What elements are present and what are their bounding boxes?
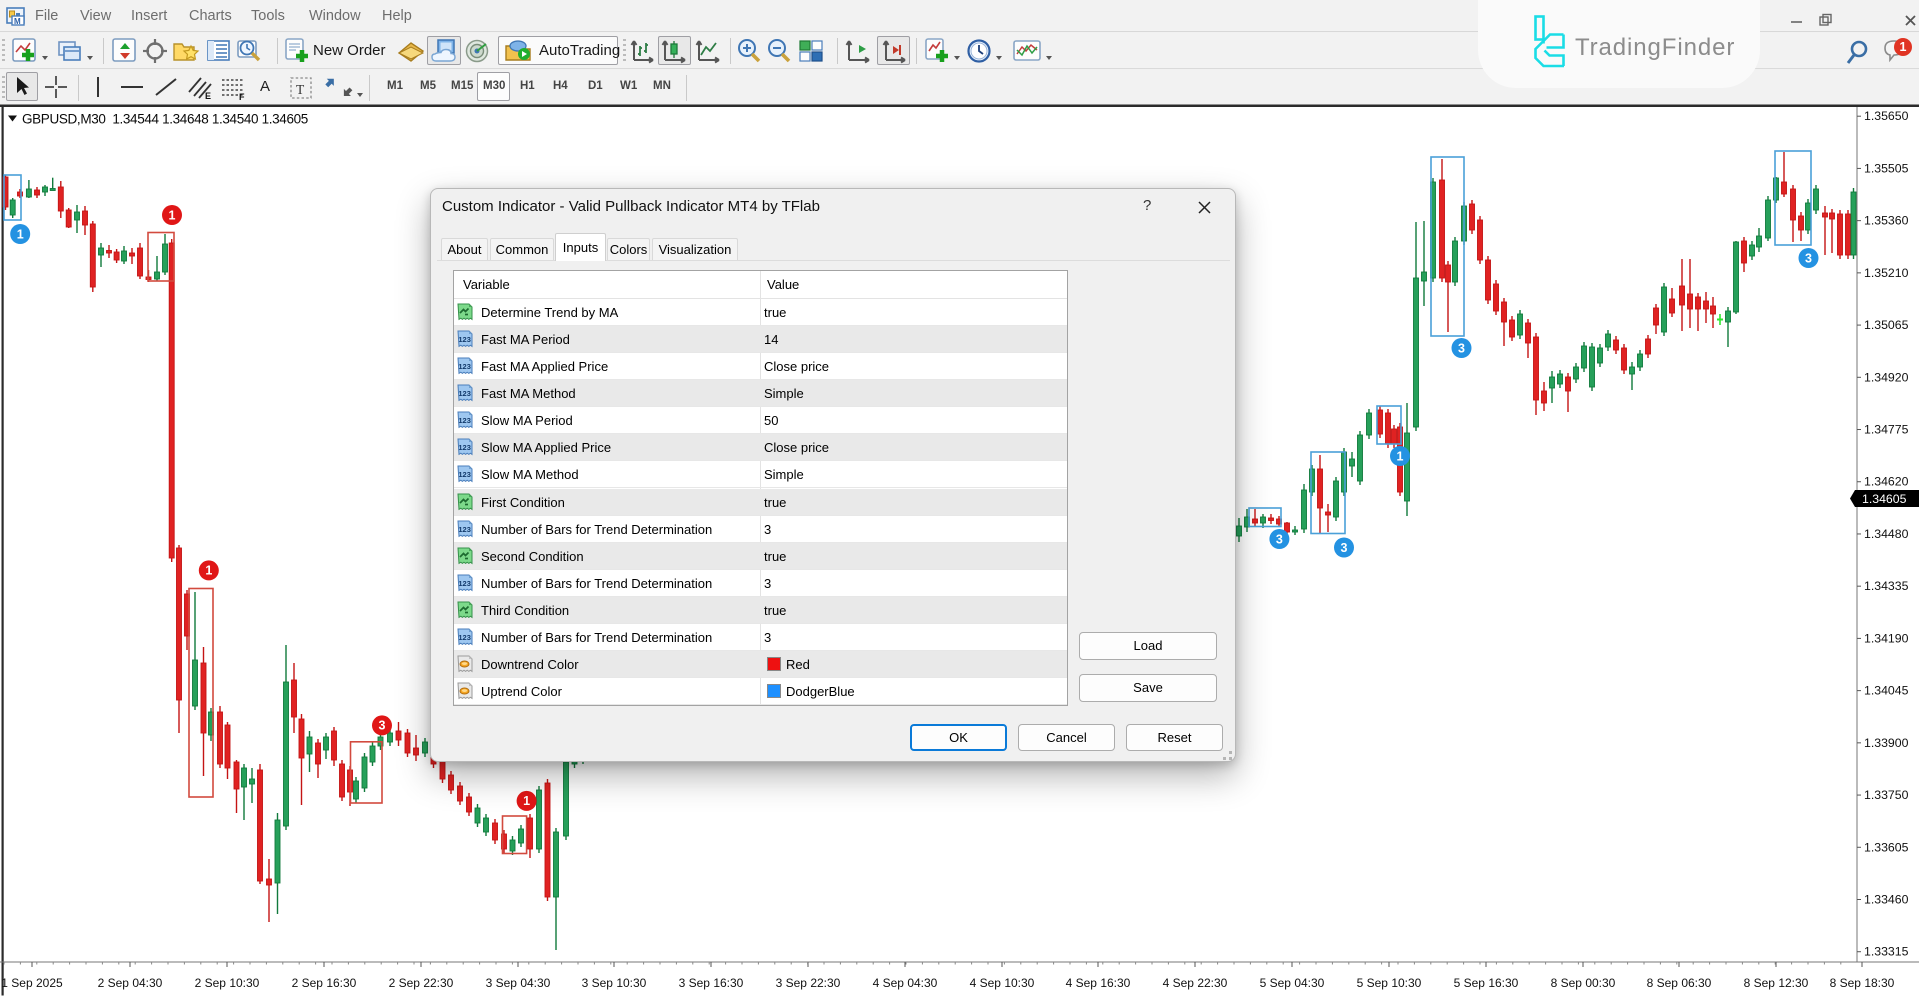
svg-text:8 Sep 00:30: 8 Sep 00:30 bbox=[1551, 976, 1616, 990]
svg-text:2 Sep 16:30: 2 Sep 16:30 bbox=[292, 976, 357, 990]
svg-text:5 Sep 10:30: 5 Sep 10:30 bbox=[1357, 976, 1422, 990]
svg-text:3: 3 bbox=[379, 719, 386, 733]
svg-text:1.33315: 1.33315 bbox=[1864, 945, 1909, 959]
svg-text:3: 3 bbox=[1276, 532, 1283, 546]
svg-text:1: 1 bbox=[1397, 449, 1404, 463]
svg-text:1.33900: 1.33900 bbox=[1864, 736, 1909, 750]
svg-text:1.34045: 1.34045 bbox=[1864, 684, 1909, 698]
svg-text:3: 3 bbox=[1458, 341, 1465, 355]
svg-text:1.33750: 1.33750 bbox=[1864, 788, 1909, 802]
svg-text:5 Sep 04:30: 5 Sep 04:30 bbox=[1260, 976, 1325, 990]
svg-text:1.34920: 1.34920 bbox=[1864, 370, 1909, 384]
svg-text:8 Sep 12:30: 8 Sep 12:30 bbox=[1744, 976, 1809, 990]
svg-text:1.34775: 1.34775 bbox=[1864, 423, 1909, 437]
svg-text:1.35650: 1.35650 bbox=[1864, 109, 1909, 123]
svg-text:5 Sep 16:30: 5 Sep 16:30 bbox=[1454, 976, 1519, 990]
svg-text:1.35360: 1.35360 bbox=[1864, 214, 1909, 228]
svg-text:1.34335: 1.34335 bbox=[1864, 579, 1909, 593]
svg-text:2 Sep 22:30: 2 Sep 22:30 bbox=[389, 976, 454, 990]
svg-text:123: 123 bbox=[458, 362, 471, 371]
svg-text:123: 123 bbox=[458, 416, 471, 425]
svg-text:3 Sep 22:30: 3 Sep 22:30 bbox=[776, 976, 841, 990]
svg-text:1: 1 bbox=[1900, 40, 1907, 54]
svg-text:1.33605: 1.33605 bbox=[1864, 840, 1909, 854]
svg-text:2 Sep 04:30: 2 Sep 04:30 bbox=[98, 976, 163, 990]
svg-text:1: 1 bbox=[205, 564, 212, 578]
svg-text:4 Sep 16:30: 4 Sep 16:30 bbox=[1066, 976, 1131, 990]
svg-text:3 Sep 10:30: 3 Sep 10:30 bbox=[582, 976, 647, 990]
svg-text:3: 3 bbox=[1341, 541, 1348, 555]
svg-text:123: 123 bbox=[458, 579, 471, 588]
svg-text:1.33460: 1.33460 bbox=[1864, 893, 1909, 907]
svg-text:4 Sep 22:30: 4 Sep 22:30 bbox=[1163, 976, 1228, 990]
svg-text:4 Sep 10:30: 4 Sep 10:30 bbox=[970, 976, 1035, 990]
svg-text:8 Sep 18:30: 8 Sep 18:30 bbox=[1830, 976, 1895, 990]
svg-text:123: 123 bbox=[458, 470, 471, 479]
svg-text:1.35505: 1.35505 bbox=[1864, 161, 1909, 175]
svg-text:1.34620: 1.34620 bbox=[1864, 475, 1909, 489]
svg-text:123: 123 bbox=[458, 443, 471, 452]
svg-text:1.35065: 1.35065 bbox=[1864, 318, 1909, 332]
svg-text:123: 123 bbox=[458, 633, 471, 642]
svg-text:123: 123 bbox=[458, 389, 471, 398]
svg-text:1.35210: 1.35210 bbox=[1864, 266, 1909, 280]
svg-text:1.34605: 1.34605 bbox=[1862, 492, 1907, 506]
svg-text:123: 123 bbox=[458, 335, 471, 344]
svg-text:1 Sep 2025: 1 Sep 2025 bbox=[1, 976, 63, 990]
svg-text:1.34190: 1.34190 bbox=[1864, 631, 1909, 645]
svg-text:4 Sep 04:30: 4 Sep 04:30 bbox=[873, 976, 938, 990]
svg-text:2 Sep 10:30: 2 Sep 10:30 bbox=[195, 976, 260, 990]
svg-text:1.34480: 1.34480 bbox=[1864, 527, 1909, 541]
svg-text:1: 1 bbox=[169, 208, 176, 222]
svg-text:1: 1 bbox=[17, 227, 24, 241]
svg-text:3: 3 bbox=[1805, 251, 1812, 265]
svg-text:3 Sep 16:30: 3 Sep 16:30 bbox=[679, 976, 744, 990]
svg-text:GBPUSD,M30 1.34544 1.34648 1.: GBPUSD,M30 1.34544 1.34648 1.34540 1.346… bbox=[22, 112, 308, 127]
svg-text:123: 123 bbox=[458, 525, 471, 534]
svg-text:8 Sep 06:30: 8 Sep 06:30 bbox=[1647, 976, 1712, 990]
svg-text:3 Sep 04:30: 3 Sep 04:30 bbox=[486, 976, 551, 990]
